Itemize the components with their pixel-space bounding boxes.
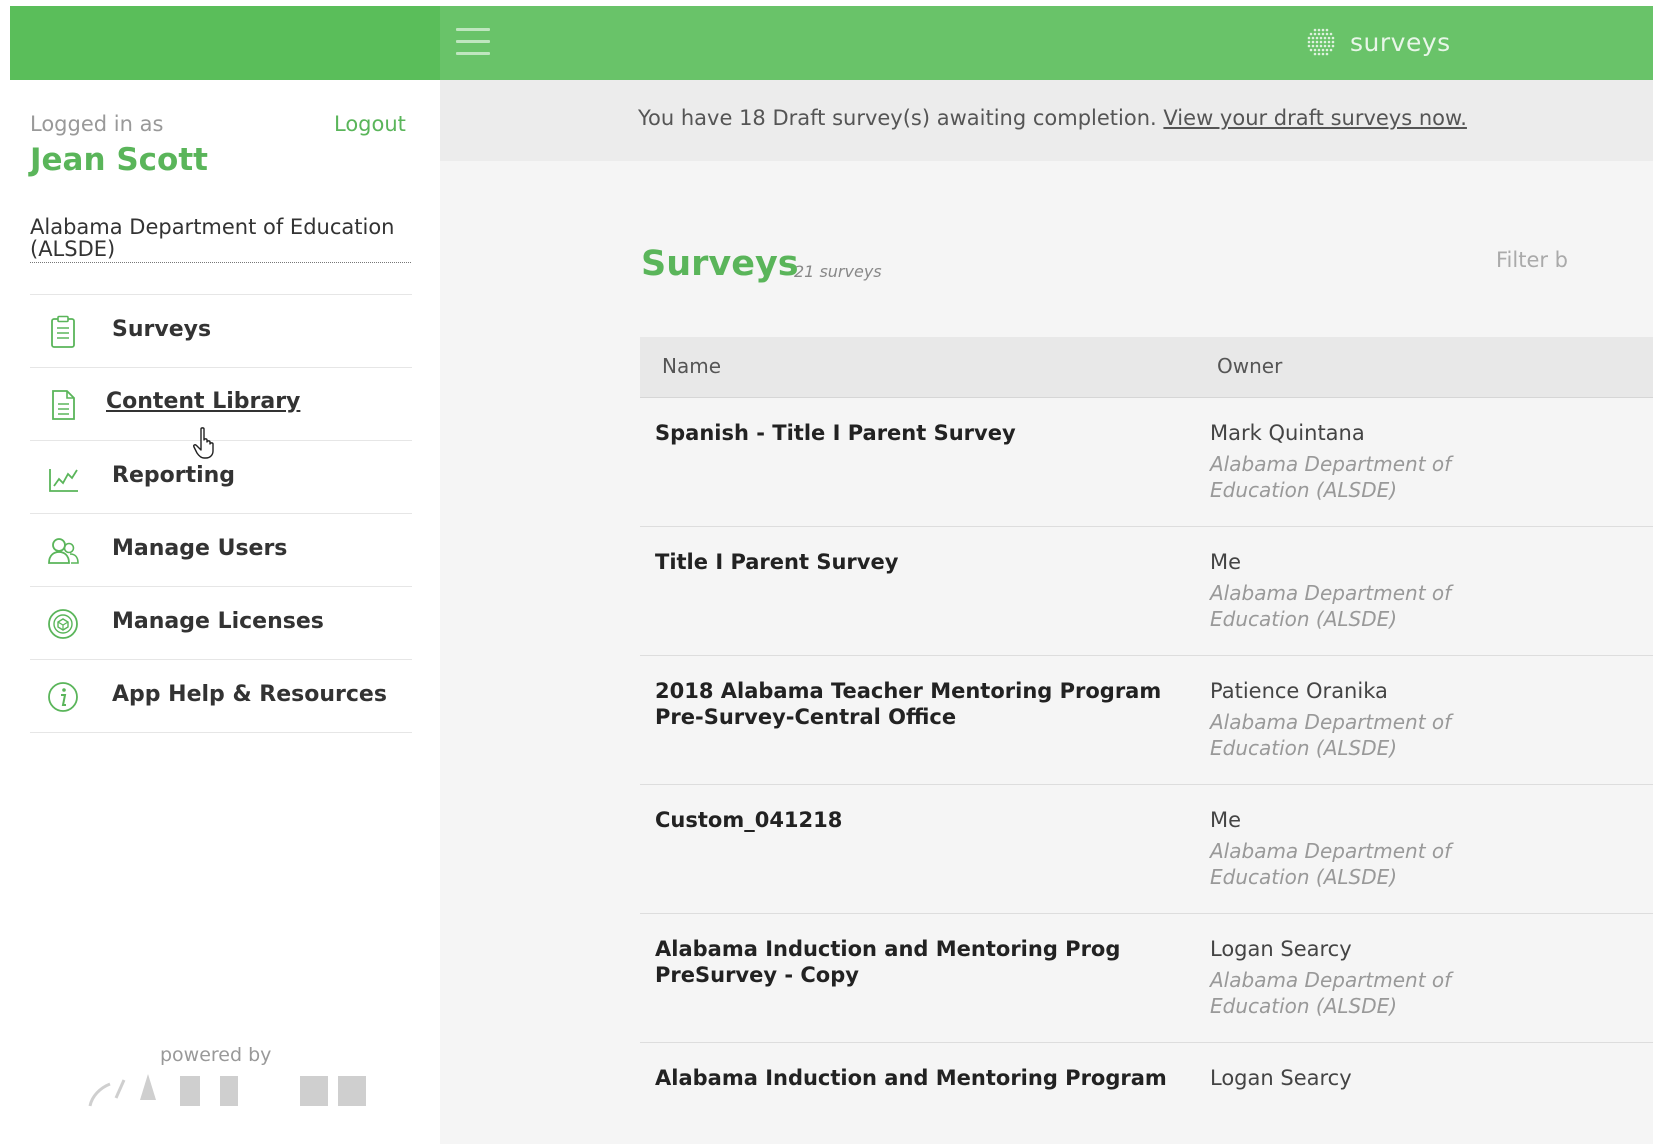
filter-input[interactable]: Filter b bbox=[1496, 248, 1568, 272]
draft-notice-banner: You have 18 Draft survey(s) awaiting com… bbox=[440, 80, 1653, 161]
column-header-name[interactable]: Name bbox=[662, 354, 721, 378]
license-icon bbox=[48, 609, 78, 639]
organization-selector[interactable]: Alabama Department of Education (ALSDE) bbox=[30, 216, 411, 263]
table-row[interactable]: 2018 Alabama Teacher Mentoring Program P… bbox=[640, 656, 1653, 785]
survey-owner-org: Alabama Department of Education (ALSDE) bbox=[1210, 581, 1452, 631]
clipboard-icon bbox=[51, 315, 75, 348]
table-row[interactable]: Alabama Induction and Mentoring Program … bbox=[640, 1043, 1653, 1144]
table-row[interactable]: Custom_041218 Me Alabama Department of E… bbox=[640, 785, 1653, 914]
survey-owner: Logan Searcy bbox=[1210, 937, 1352, 961]
chart-icon bbox=[49, 469, 78, 492]
survey-owner: Me bbox=[1210, 808, 1242, 832]
topbar-left bbox=[10, 6, 440, 80]
hand-pointer-cursor-icon bbox=[193, 427, 214, 459]
sidebar-item-label: Manage Licenses bbox=[112, 609, 324, 634]
sidebar-item-label: Reporting bbox=[112, 463, 236, 488]
survey-name: Alabama Induction and Mentoring Prog Pre… bbox=[655, 937, 1121, 987]
info-icon bbox=[48, 682, 78, 712]
survey-owner-org: Alabama Department of Education (ALSDE) bbox=[1210, 968, 1452, 1018]
draft-notice-message: You have 18 Draft survey(s) awaiting com… bbox=[638, 106, 1157, 130]
sidebar-item-label: App Help & Resources bbox=[112, 682, 387, 707]
survey-owner: Mark Quintana bbox=[1210, 421, 1365, 445]
sidebar: Logged in as Logout Jean Scott Alabama D… bbox=[10, 80, 440, 1144]
survey-name: 2018 Alabama Teacher Mentoring Program P… bbox=[655, 679, 1162, 729]
survey-name: Custom_041218 bbox=[655, 808, 843, 832]
user-name: Jean Scott bbox=[30, 142, 208, 178]
surveys-table: Name Owner Spanish - Title I Parent Surv… bbox=[640, 337, 1653, 1144]
column-header-owner[interactable]: Owner bbox=[1217, 354, 1282, 378]
brand-logo[interactable]: surveys bbox=[1306, 22, 1451, 62]
view-drafts-link[interactable]: View your draft surveys now. bbox=[1163, 106, 1467, 130]
users-icon bbox=[48, 538, 79, 564]
survey-name: Alabama Induction and Mentoring Program bbox=[655, 1066, 1167, 1090]
draft-notice-text: You have 18 Draft survey(s) awaiting com… bbox=[638, 106, 1467, 130]
sidebar-item-surveys[interactable]: Surveys bbox=[30, 295, 412, 368]
sidebar-item-manage-users[interactable]: Manage Users bbox=[30, 514, 412, 587]
survey-owner: Me bbox=[1210, 550, 1242, 574]
document-icon bbox=[52, 390, 75, 420]
table-row[interactable]: Spanish - Title I Parent Survey Mark Qui… bbox=[640, 398, 1653, 527]
powered-by-label: powered by bbox=[160, 1044, 272, 1066]
survey-owner-org: Alabama Department of Education (ALSDE) bbox=[1210, 710, 1452, 760]
survey-name: Title I Parent Survey bbox=[655, 550, 899, 574]
sidebar-item-label: Content Library bbox=[106, 389, 301, 414]
sidebar-item-app-help[interactable]: App Help & Resources bbox=[30, 660, 412, 733]
survey-owner: Patience Oranika bbox=[1210, 679, 1388, 703]
table-row[interactable]: Title I Parent Survey Me Alabama Departm… bbox=[640, 527, 1653, 656]
table-row[interactable]: Alabama Induction and Mentoring Prog Pre… bbox=[640, 914, 1653, 1043]
logout-link[interactable]: Logout bbox=[334, 112, 406, 136]
survey-owner-org: Alabama Department of Education (ALSDE) bbox=[1210, 452, 1452, 502]
sidebar-item-label: Manage Users bbox=[112, 536, 288, 561]
hamburger-menu-icon[interactable] bbox=[456, 28, 490, 58]
sidebar-item-reporting[interactable]: Reporting bbox=[30, 441, 412, 514]
vendor-logo bbox=[88, 1074, 366, 1107]
logged-in-label: Logged in as bbox=[30, 112, 164, 136]
topbar bbox=[440, 6, 1653, 80]
sidebar-nav: Surveys Content Library Reporting Manage… bbox=[30, 294, 412, 733]
sidebar-item-manage-licenses[interactable]: Manage Licenses bbox=[30, 587, 412, 660]
survey-owner: Logan Searcy bbox=[1210, 1066, 1352, 1090]
table-header: Name Owner bbox=[640, 337, 1653, 398]
survey-owner-org: Alabama Department of Education (ALSDE) bbox=[1210, 839, 1452, 889]
survey-name: Spanish - Title I Parent Survey bbox=[655, 421, 1016, 445]
sidebar-item-content-library[interactable]: Content Library bbox=[30, 368, 412, 441]
main-content: You have 18 Draft survey(s) awaiting com… bbox=[440, 80, 1653, 1144]
surveys-grid-icon bbox=[1307, 28, 1335, 56]
survey-count: 21 surveys bbox=[794, 262, 882, 281]
app-window: surveys Logged in as Logout Jean Scott A… bbox=[10, 6, 1653, 1144]
sidebar-item-label: Surveys bbox=[112, 317, 212, 342]
page-title: Surveys bbox=[641, 244, 799, 284]
brand-text: surveys bbox=[1350, 27, 1451, 57]
